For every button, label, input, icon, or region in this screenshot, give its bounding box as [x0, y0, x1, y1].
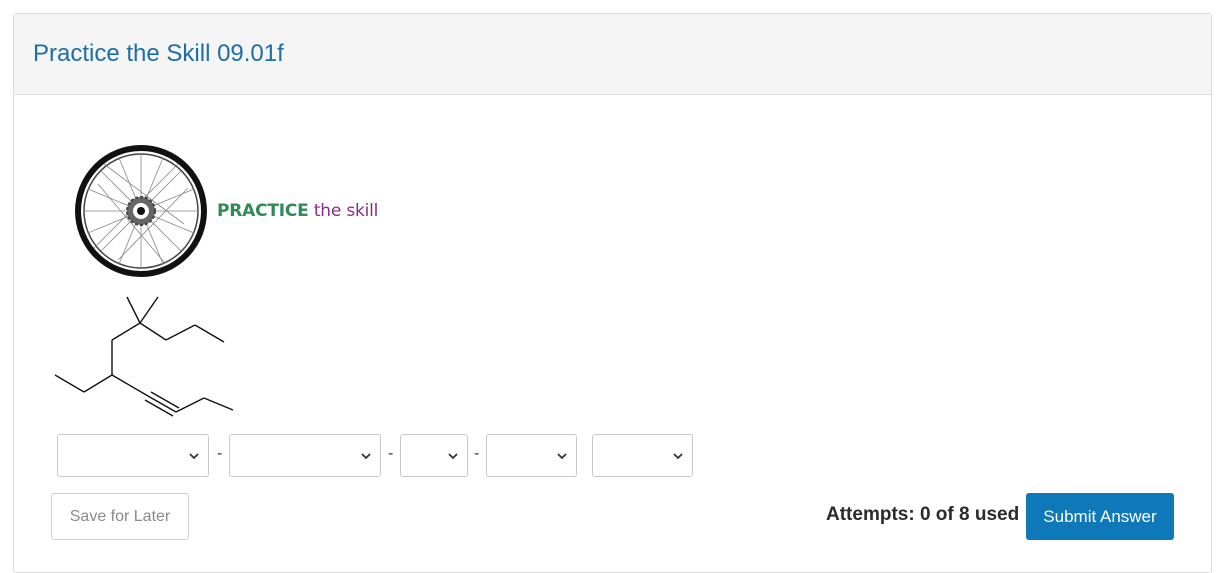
separator: - [388, 445, 394, 462]
chevron-down-icon [189, 453, 199, 460]
page-title: Practice the Skill 09.01f [33, 40, 284, 67]
bicycle-wheel-icon [75, 145, 207, 277]
skill-word: the skill [313, 201, 379, 221]
name-part-select-4[interactable] [486, 434, 577, 477]
chevron-down-icon [448, 453, 458, 460]
chevron-down-icon [557, 453, 567, 460]
save-for-later-button[interactable]: Save for Later [51, 493, 189, 540]
name-part-select-2[interactable] [229, 434, 381, 477]
card-header: Practice the Skill 09.01f [14, 14, 1211, 95]
submit-answer-button[interactable]: Submit Answer [1026, 493, 1174, 540]
practice-banner-text: PRACTICE the skill [217, 201, 378, 221]
name-part-select-3[interactable] [400, 434, 468, 477]
chevron-down-icon [361, 453, 371, 460]
attempts-counter: Attempts: 0 of 8 used [826, 504, 1020, 525]
chevron-down-icon [673, 453, 683, 460]
practice-word: PRACTICE [217, 201, 309, 221]
name-part-select-1[interactable] [57, 434, 209, 477]
separator: - [217, 445, 223, 462]
name-part-select-5[interactable] [592, 434, 693, 477]
skeletal-structure-diagram [54, 296, 234, 417]
separator: - [474, 445, 480, 462]
